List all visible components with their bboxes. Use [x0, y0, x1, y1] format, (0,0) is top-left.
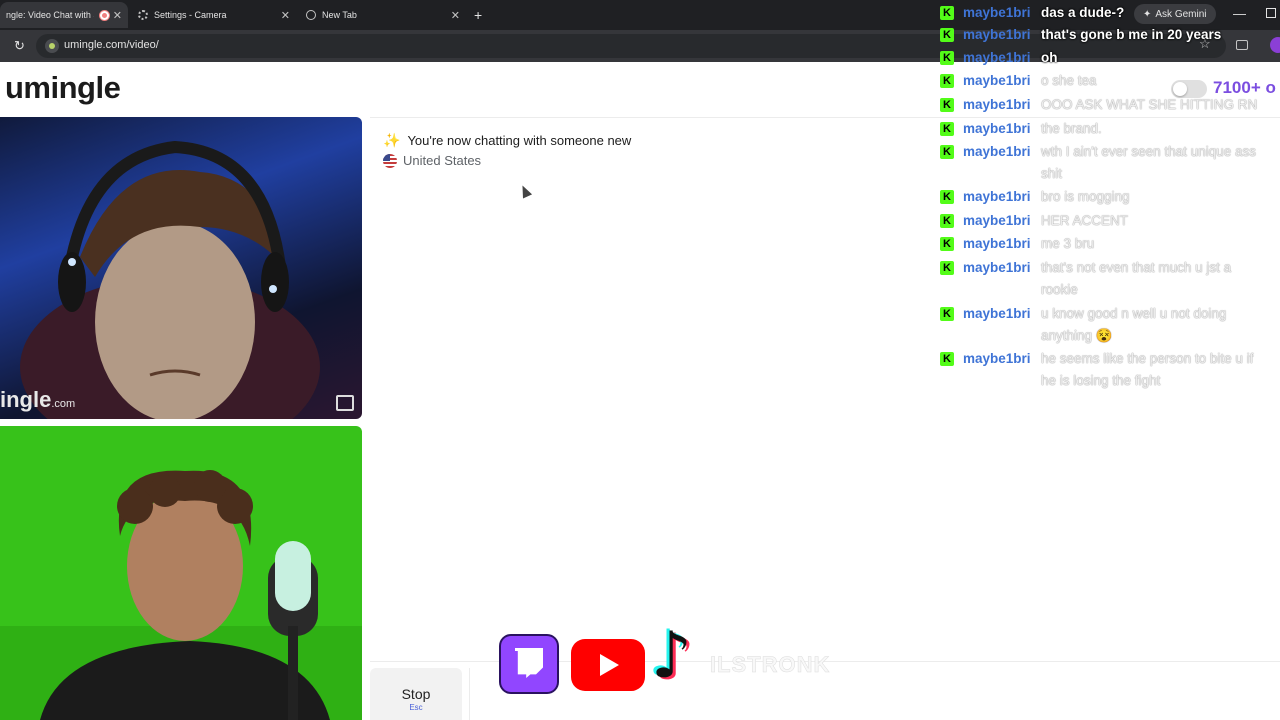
us-flag-icon — [383, 153, 397, 168]
kick-badge-icon: K — [940, 214, 954, 228]
site-info-icon[interactable] — [45, 39, 59, 53]
chat-username: maybe1bri — [963, 260, 1031, 275]
chat-text: that's not even that much u jst a rookie — [1041, 260, 1232, 297]
stranger-country: United States — [383, 153, 481, 168]
umingle-watermark: ingle.com — [0, 387, 75, 413]
stop-label: Stop — [401, 686, 431, 702]
report-flag-icon[interactable] — [336, 395, 354, 411]
chat-username: maybe1bri — [963, 236, 1031, 251]
reload-icon[interactable]: ↻ — [14, 38, 25, 54]
recording-icon — [100, 10, 109, 20]
gear-icon — [138, 10, 148, 20]
kick-badge-icon: K — [940, 51, 954, 65]
tab-new-tab[interactable]: New Tab ✕ — [300, 2, 466, 28]
kick-badge-icon: K — [940, 352, 954, 366]
self-video-frame — [0, 470, 362, 720]
chat-username: maybe1bri — [963, 121, 1031, 136]
connection-notice: ✨ You're now chatting with someone new — [383, 132, 631, 149]
chat-text: OOO ASK WHAT SHE HITTING RN — [1041, 97, 1258, 112]
tab-title: Settings - Camera — [154, 10, 227, 20]
self-video — [0, 426, 362, 720]
kick-badge-icon: K — [940, 122, 954, 136]
country-name: United States — [403, 153, 482, 168]
chat-text: wth I ain't ever seen that unique ass sh… — [1041, 144, 1256, 181]
kick-badge-icon: K — [940, 145, 954, 159]
chat-username: maybe1bri — [963, 97, 1031, 112]
twitch-icon — [501, 636, 557, 692]
watermark-text: ingle — [0, 387, 52, 412]
chat-text: that's gone b me in 20 years — [1041, 27, 1222, 42]
kick-badge-icon: K — [940, 190, 954, 204]
tab-close-icon[interactable]: ✕ — [113, 9, 122, 22]
notice-text: You're now chatting with someone new — [407, 133, 632, 148]
chat-text: me 3 bru — [1041, 236, 1095, 251]
youtube-icon — [571, 639, 645, 691]
kick-badge-icon: K — [940, 6, 954, 20]
chat-username: maybe1bri — [963, 351, 1031, 366]
tab-title: ngle: Video Chat with S — [6, 10, 94, 20]
kick-badge-icon: K — [940, 307, 954, 321]
kick-badge-icon: K — [940, 237, 954, 251]
umingle-logo[interactable]: umingle — [5, 70, 121, 106]
stranger-video-frame — [20, 140, 320, 419]
chat-text: oh — [1041, 50, 1058, 65]
tab-umingle[interactable]: ngle: Video Chat with S ✕ — [0, 2, 128, 28]
stop-shortcut: Esc — [409, 703, 423, 712]
chat-username: maybe1bri — [963, 144, 1031, 159]
chat-text: he seems like the person to bite u if he… — [1041, 351, 1254, 388]
tab-settings-camera[interactable]: Settings - Camera ✕ — [132, 2, 296, 28]
globe-icon — [306, 10, 316, 20]
chat-text: the brand. — [1041, 121, 1102, 136]
chat-text: u know good n well u not doing anything … — [1041, 306, 1227, 343]
chat-username: maybe1bri — [963, 50, 1031, 65]
chat-text: HER ACCENT — [1041, 213, 1129, 228]
kick-badge-icon: K — [940, 28, 954, 42]
chat-username: maybe1bri — [963, 306, 1031, 321]
url-text: umingle.com/video/ — [64, 39, 159, 51]
kick-badge-icon: K — [940, 74, 954, 88]
sparkle-icon: ✨ — [383, 132, 401, 148]
streamer-handle: ILSTRONK — [710, 652, 831, 678]
chat-username: maybe1bri — [963, 189, 1031, 204]
tiktok-icon: ♪ — [651, 619, 692, 693]
tab-close-icon[interactable]: ✕ — [451, 9, 460, 22]
chat-username: maybe1bri — [963, 27, 1031, 42]
chat-text: bro is mogging — [1041, 189, 1130, 204]
chat-text: o she tea — [1041, 73, 1097, 88]
new-tab-button[interactable]: + — [474, 7, 482, 23]
screen: ngle: Video Chat with S ✕ Settings - Cam… — [0, 0, 1280, 720]
kick-badge-icon: K — [940, 261, 954, 275]
stranger-video: ingle.com — [0, 117, 362, 419]
chat-username: maybe1bri — [963, 73, 1031, 88]
stop-button[interactable]: Stop Esc — [370, 668, 462, 720]
tab-close-icon[interactable]: ✕ — [281, 9, 290, 22]
tab-title: New Tab — [322, 10, 357, 20]
chat-text: das a dude-? — [1041, 5, 1125, 20]
chat-username: maybe1bri — [963, 5, 1031, 20]
chat-username: maybe1bri — [963, 213, 1031, 228]
watermark-suffix: .com — [51, 398, 76, 410]
kick-badge-icon: K — [940, 98, 954, 112]
